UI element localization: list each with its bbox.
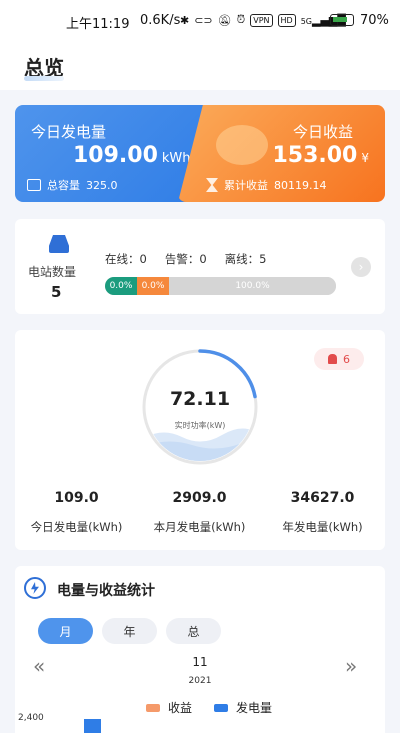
- battery-icon: [330, 14, 354, 26]
- today-revenue-label: 今日收益: [292, 123, 353, 141]
- legend-revenue-label: 收益: [168, 701, 193, 715]
- period-month: 11: [192, 655, 208, 669]
- y-tick-label: 2,400: [18, 713, 44, 723]
- legend-generation-label: 发电量: [236, 701, 273, 715]
- station-summary-card[interactable]: 电站数量 5 在线：0 告警：0 离线：5 0.0% 0.0% 100.0% ›: [15, 219, 385, 314]
- stat-today: 109.0 今日发电量(kWh): [15, 490, 138, 535]
- cumulative-revenue-value: 80119.14: [274, 178, 327, 192]
- capacity-icon: [27, 179, 41, 191]
- stat-today-label: 今日发电量(kWh): [30, 520, 123, 534]
- stat-year: 34627.0 年发电量(kWh): [261, 490, 384, 535]
- stat-month: 2909.0 本月发电量(kWh): [138, 490, 261, 535]
- statistics-card: 电量与收益统计 月 年 总 « 11 2021 » 收益 发电量 2,400: [15, 566, 385, 733]
- piggy-bank-icon: [216, 125, 268, 165]
- chart-legend: 收益 发电量: [146, 699, 272, 716]
- station-count-value: 5: [51, 283, 62, 301]
- total-capacity-label: 总容量: [47, 179, 80, 192]
- tab-total[interactable]: 总: [166, 618, 221, 644]
- bell-icon: [328, 354, 337, 364]
- total-capacity-value: 325.0: [86, 178, 118, 192]
- lightning-icon: [24, 577, 46, 599]
- tab-year[interactable]: 年: [102, 618, 157, 644]
- online-count: 在线：0: [105, 252, 147, 266]
- title-underline: [24, 76, 64, 81]
- legend-revenue-swatch: [146, 703, 160, 712]
- status-time: 上午11:19: [66, 17, 130, 32]
- period-year: 2021: [188, 676, 212, 686]
- online-segment: 0.0%: [105, 277, 137, 295]
- today-revenue-card[interactable]: 今日收益 153.00 ¥ 累计收益 80119.14: [178, 105, 385, 202]
- station-status-row: 在线：0 告警：0 离线：5: [105, 251, 266, 267]
- station-count-label: 电站数量: [28, 265, 77, 279]
- alarm-badge[interactable]: 6: [314, 348, 364, 370]
- station-status-bar: 0.0% 0.0% 100.0%: [105, 277, 336, 295]
- battery-percent: 70%: [360, 13, 389, 28]
- alarm-count: 告警：0: [164, 252, 207, 266]
- status-net-speed: 0.6K/s: [140, 13, 181, 28]
- status-icons: ✱ ⊂⊃ 🔕︎ ⏰︎ VPN HD 5G▂▄▆█: [180, 13, 346, 27]
- cumulative-revenue-row: 累计收益 80119.14: [206, 177, 327, 193]
- today-revenue-unit: ¥: [361, 151, 369, 165]
- station-icon: [49, 235, 69, 253]
- chevron-right-icon[interactable]: ›: [351, 257, 371, 277]
- alarm-clock-icon: ⏰︎: [236, 13, 246, 26]
- hourglass-icon: [206, 178, 218, 192]
- today-generation-unit: kWh: [161, 151, 191, 166]
- gauge-label: 实时功率(kW): [174, 421, 226, 430]
- today-generation-value-row: 109.00 kWh: [73, 143, 191, 168]
- stat-year-value: 34627.0: [290, 490, 355, 506]
- today-generation-value: 109.00: [73, 143, 158, 168]
- legend-generation-swatch: [214, 703, 229, 712]
- vpn-icon: VPN: [250, 13, 273, 27]
- offline-segment: 100.0%: [169, 277, 336, 295]
- power-card: 6 72.11 实时功率(kW) 109.0 今日发电量(kWh) 2909.0…: [15, 330, 385, 550]
- statistics-title: 电量与收益统计: [57, 583, 155, 599]
- stat-month-label: 本月发电量(kWh): [153, 520, 246, 534]
- period-tabs: 月 年 总: [38, 618, 221, 644]
- mute-bell-icon: 🔕︎: [217, 13, 232, 27]
- stat-month-value: 2909.0: [172, 490, 227, 506]
- cumulative-revenue-label: 累计收益: [224, 179, 268, 192]
- legend-generation[interactable]: 发电量: [214, 699, 272, 716]
- today-revenue-value-row: 153.00 ¥: [272, 143, 369, 168]
- offline-count: 离线：5: [224, 252, 267, 266]
- hd-icon: HD: [277, 13, 296, 27]
- link-icon: ⊂⊃: [194, 13, 213, 27]
- double-chevron-right-icon[interactable]: »: [345, 654, 357, 678]
- today-generation-label: 今日发电量: [31, 123, 107, 141]
- signal-label: 5G: [300, 16, 312, 26]
- today-revenue-value: 153.00: [272, 143, 358, 168]
- alarm-badge-count: 6: [343, 352, 350, 366]
- page-header: 总览: [0, 44, 400, 90]
- alarm-segment: 0.0%: [137, 277, 169, 295]
- power-gauge: [142, 349, 258, 465]
- status-bar: 上午11:19 0.6K/s ✱ ⊂⊃ 🔕︎ ⏰︎ VPN HD 5G▂▄▆█ …: [0, 0, 400, 44]
- chart-bar: [84, 719, 101, 733]
- stat-year-label: 年发电量(kWh): [282, 520, 363, 534]
- total-capacity-row: 总容量 325.0: [27, 177, 118, 193]
- bluetooth-icon: ✱: [180, 13, 190, 27]
- stat-today-value: 109.0: [54, 490, 99, 506]
- legend-revenue[interactable]: 收益: [146, 699, 192, 716]
- tab-month[interactable]: 月: [38, 618, 93, 644]
